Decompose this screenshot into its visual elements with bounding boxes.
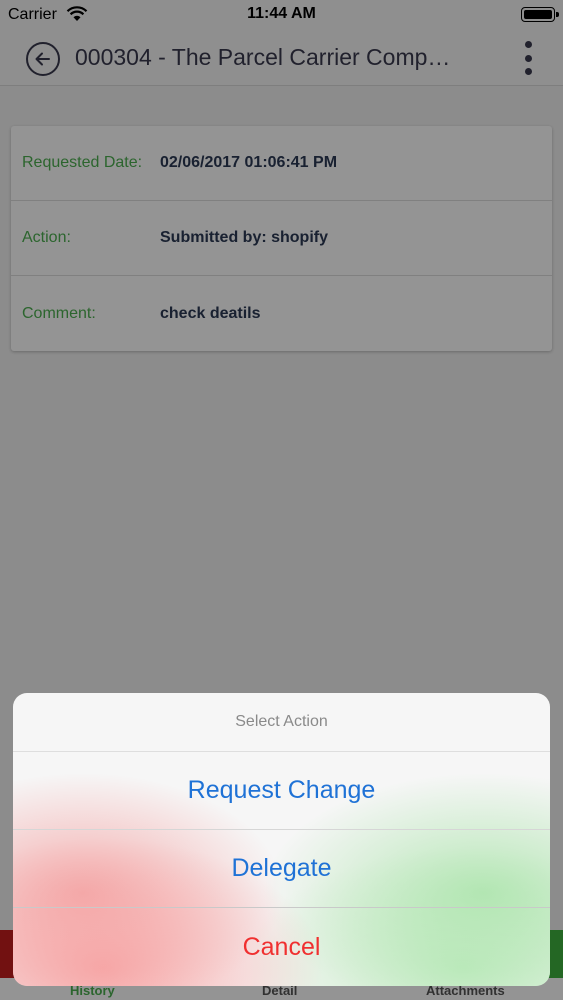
cancel-button[interactable]: Cancel [13,908,550,986]
request-change-button[interactable]: Request Change [13,752,550,830]
action-sheet-title: Select Action [13,693,550,752]
action-sheet: Select Action Request Change Delegate Ca… [13,693,550,986]
delegate-button[interactable]: Delegate [13,830,550,908]
